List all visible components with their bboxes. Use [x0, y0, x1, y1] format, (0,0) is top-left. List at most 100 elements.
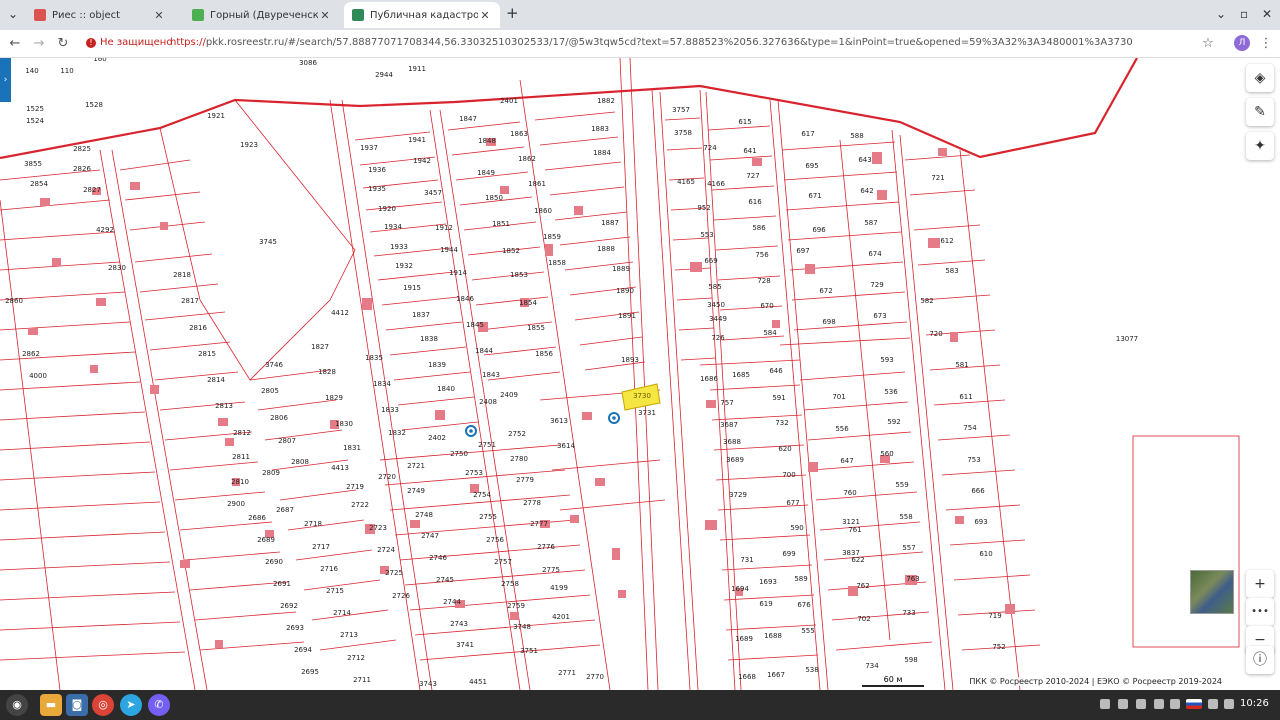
chrome-icon[interactable]: ◎	[92, 694, 114, 716]
ruler-icon[interactable]: ✎	[1246, 98, 1274, 126]
plot-number-label: 616	[748, 198, 762, 206]
plot-number-label: 642	[860, 187, 873, 195]
viber-icon[interactable]: ✆	[148, 694, 170, 716]
plot-number-label: 726	[711, 334, 725, 342]
layers-icon[interactable]: ◈	[1246, 64, 1274, 92]
plot-number-label: 2747	[421, 532, 439, 540]
plot-number-label: 1668	[738, 673, 756, 681]
plot-number-label: 2692	[280, 602, 298, 610]
locate-icon[interactable]: ✦	[1246, 132, 1274, 160]
location-marker[interactable]	[608, 412, 620, 424]
plot-number-label: 1921	[207, 112, 225, 120]
plot-number-label: 1893	[621, 356, 639, 364]
plot-number-label: 3689	[726, 456, 744, 464]
tray-icon[interactable]	[1100, 699, 1110, 709]
plot-number-label: 592	[887, 418, 900, 426]
printer-icon[interactable]	[1154, 699, 1164, 709]
plot-number-label: 2716	[320, 565, 338, 573]
plot-number-label: 3743	[419, 680, 437, 688]
plot-number-label: 2691	[273, 580, 291, 588]
close-icon[interactable]: ✕	[152, 9, 166, 22]
plot-number-label: 2808	[291, 458, 309, 466]
plot-number-label: 2758	[501, 580, 519, 588]
plot-number-label: 1852	[502, 247, 520, 255]
address-bar[interactable]: https://pkk.rosreestr.ru/#/search/57.888…	[170, 37, 1180, 48]
plot-number-label: 1912	[435, 224, 453, 232]
plot-number-label: 2753	[465, 469, 483, 477]
start-menu-icon[interactable]: ◉	[6, 694, 28, 716]
plot-number-label: 3688	[723, 438, 741, 446]
reload-icon[interactable]: ↻	[54, 35, 72, 53]
tray-icon[interactable]	[1170, 699, 1180, 709]
plot-number-label: 536	[884, 388, 898, 396]
tray-icon[interactable]	[1118, 699, 1128, 709]
screenshot-icon[interactable]: ◙	[66, 694, 88, 716]
plot-number-label: 1850	[485, 194, 503, 202]
plot-number-label: 1858	[548, 259, 566, 267]
plot-number-label: 2813	[215, 402, 233, 410]
plot-number-label: 2815	[198, 350, 216, 358]
keyboard-layout-flag-icon[interactable]	[1186, 699, 1202, 709]
plot-number-label: 2807	[278, 437, 296, 445]
profile-avatar[interactable]: Л	[1234, 35, 1250, 51]
warning-icon: !	[86, 37, 96, 48]
plot-number-label: 2944	[375, 71, 393, 79]
plot-number-label: 754	[963, 424, 977, 432]
plot-number-label: 582	[920, 297, 933, 305]
new-tab-icon[interactable]: +	[506, 4, 519, 22]
plot-number-label: 2778	[523, 499, 541, 507]
tab-pkk[interactable]: Публичная кадастровая ка ✕	[344, 2, 500, 28]
plot-number-label: 647	[840, 457, 853, 465]
clock[interactable]: 10:26	[1240, 698, 1269, 709]
browser-menu-icon[interactable]: ⋮	[1257, 35, 1275, 53]
window-minimize-icon[interactable]: ⌄	[1216, 7, 1226, 21]
window-restore-icon[interactable]: ▫	[1240, 7, 1248, 21]
location-marker[interactable]	[465, 425, 477, 437]
plot-number-label: 721	[931, 174, 944, 182]
forward-arrow-icon[interactable]: →	[30, 35, 48, 53]
map-canvas[interactable]: 3730 140 110 160 1525 1524 1528 2944 1911 3086 24…	[0, 58, 1280, 690]
back-arrow-icon[interactable]: ←	[6, 35, 24, 53]
close-icon[interactable]: ✕	[478, 9, 492, 22]
network-icon[interactable]	[1208, 699, 1218, 709]
plot-number-label: 2776	[537, 543, 555, 551]
plot-number-label: 587	[864, 219, 877, 227]
more-options-icon[interactable]: •••	[1246, 598, 1274, 626]
volume-icon[interactable]	[1224, 699, 1234, 709]
plot-number-label: 2687	[276, 506, 294, 514]
sidebar-toggle[interactable]: ›	[0, 58, 11, 102]
files-icon[interactable]: ▬	[40, 694, 62, 716]
tray-icon[interactable]	[1136, 699, 1146, 709]
plot-number-label: 2757	[494, 558, 512, 566]
plot-number-label: 3613	[550, 417, 568, 425]
plot-number-label: 1685	[732, 371, 750, 379]
plot-number-label: 1528	[85, 101, 103, 109]
plot-number-label: 584	[763, 329, 777, 337]
info-icon[interactable]: ⓘ	[1246, 646, 1274, 674]
cadastral-map[interactable]: 3730 140 110 160 1525 1524 1528 2944 1911 3086 24…	[0, 58, 1280, 690]
plot-number-label: 1887	[601, 219, 619, 227]
plot-number-label: 3741	[456, 641, 474, 649]
not-secure-indicator[interactable]: ! Не защищено	[86, 37, 172, 48]
plot-number-label: 3729	[729, 491, 747, 499]
window-close-icon[interactable]: ✕	[1262, 7, 1272, 21]
close-icon[interactable]: ✕	[318, 9, 332, 22]
plot-number-label: 3731	[638, 409, 656, 417]
plot-number-label: 2725	[385, 569, 403, 577]
plot-number-label: 727	[746, 172, 759, 180]
plot-number-label: 1832	[388, 429, 406, 437]
plot-number-label: 1853	[510, 271, 528, 279]
plot-number-label: 1932	[395, 262, 413, 270]
plot-number-label: 670	[760, 302, 773, 310]
plot-number-label: 2694	[294, 646, 312, 654]
plot-number-label: 1834	[373, 380, 391, 388]
tab-ries[interactable]: Риес :: object ✕	[26, 2, 174, 28]
plot-number-label: 3086	[299, 59, 317, 67]
tab-search-chevron-icon[interactable]: ⌄	[8, 7, 18, 21]
tab-gorny[interactable]: Горный (Двуреченский сп) ✕	[184, 2, 340, 28]
plot-number-label: 646	[769, 367, 783, 375]
telegram-icon[interactable]: ➤	[120, 694, 142, 716]
bookmark-star-icon[interactable]: ☆	[1199, 35, 1217, 53]
basemap-switcher[interactable]	[1190, 570, 1234, 614]
zoom-in-button[interactable]: +	[1246, 570, 1274, 598]
